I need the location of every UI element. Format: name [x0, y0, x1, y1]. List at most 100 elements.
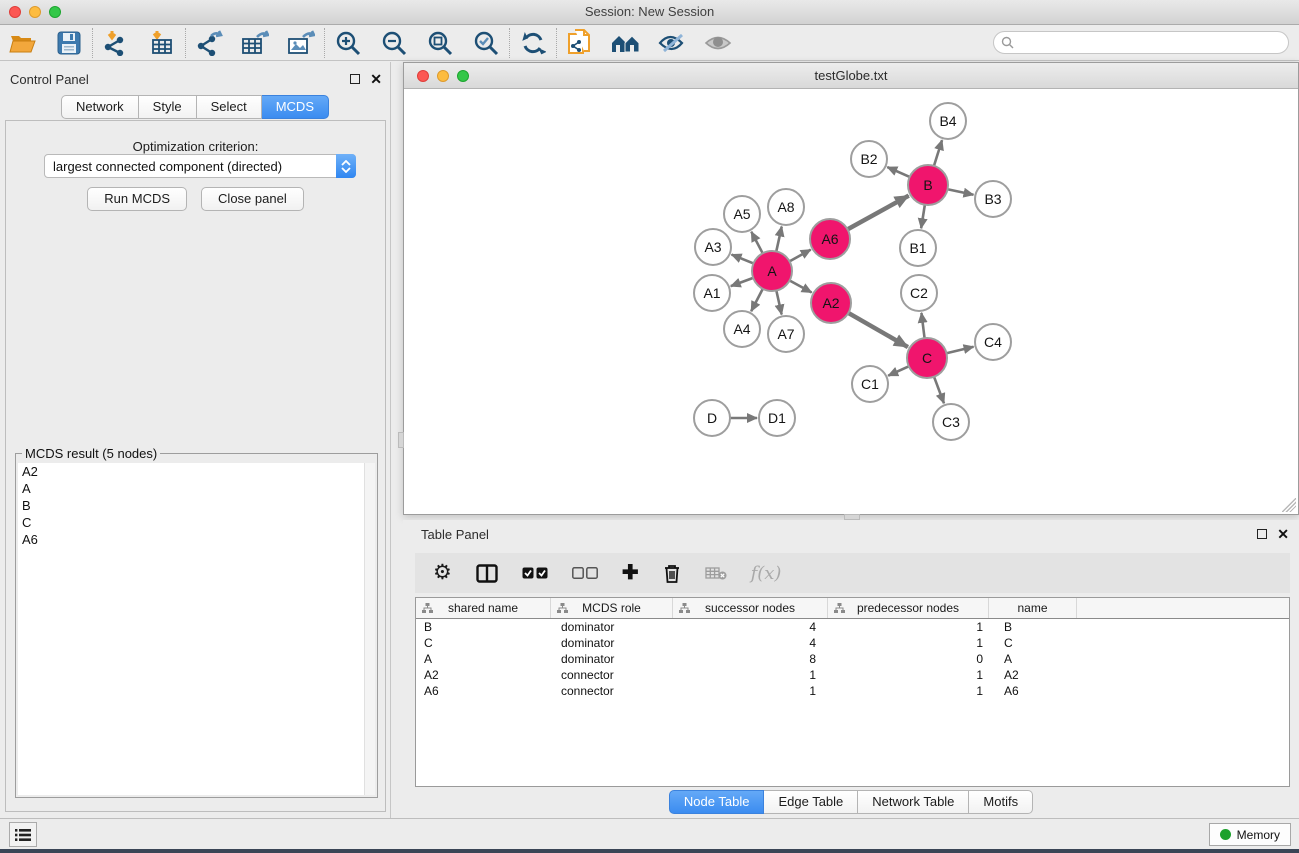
table-float-panel-icon[interactable]	[1257, 529, 1267, 539]
delete-column-icon[interactable]	[663, 559, 681, 587]
table-settings-icon[interactable]: ⚙	[433, 559, 452, 587]
zoom-out-icon[interactable]	[379, 29, 409, 57]
edge-A2-C[interactable]	[848, 313, 908, 347]
table-cell: A6	[416, 683, 551, 699]
mcds-pane: Optimization criterion: largest connecte…	[5, 120, 386, 812]
tab-select[interactable]: Select	[197, 95, 262, 119]
memory-button[interactable]: Memory	[1209, 823, 1291, 846]
node-label-D1: D1	[768, 410, 786, 426]
edge-A-A8[interactable]	[776, 227, 781, 252]
table-tab-motifs[interactable]: Motifs	[969, 790, 1033, 814]
refresh-icon[interactable]	[518, 29, 548, 57]
vertical-scrollbar-thumb[interactable]	[398, 432, 404, 448]
node-label-D: D	[707, 410, 717, 426]
table-row[interactable]: A2connector11A2	[416, 667, 1289, 683]
add-column-icon[interactable]: ✚	[622, 559, 639, 587]
edge-B-B1[interactable]	[921, 205, 925, 228]
export-network-icon[interactable]	[194, 29, 224, 57]
deselect-all-icon[interactable]	[572, 559, 598, 587]
zoom-selected-icon[interactable]	[471, 29, 501, 57]
run-mcds-button[interactable]: Run MCDS	[87, 187, 187, 211]
save-session-icon[interactable]	[54, 29, 84, 57]
table-row[interactable]: Cdominator41C	[416, 635, 1289, 651]
open-file-icon[interactable]	[8, 29, 38, 57]
edge-B-B4[interactable]	[934, 140, 942, 166]
edge-A-A5[interactable]	[751, 232, 762, 254]
edge-A6-B[interactable]	[848, 196, 909, 230]
column-header-MCDS-role[interactable]: MCDS role	[551, 598, 673, 618]
table-close-panel-icon[interactable]: ✕	[1277, 529, 1289, 539]
export-table-icon[interactable]	[240, 29, 270, 57]
criterion-dropdown[interactable]: largest connected component (directed)	[44, 154, 356, 178]
table-cell: B	[989, 619, 1077, 635]
node-label-A: A	[767, 263, 777, 279]
import-table-icon[interactable]	[147, 29, 177, 57]
column-header-successor-nodes[interactable]: successor nodes	[673, 598, 828, 618]
result-item[interactable]: B	[18, 497, 375, 514]
edge-A-A2[interactable]	[790, 281, 812, 293]
table-panel-title: Table Panel	[421, 527, 489, 542]
edge-A-A3[interactable]	[732, 255, 754, 264]
function-builder-icon[interactable]: f(x)	[751, 559, 782, 587]
edge-A-A6[interactable]	[790, 250, 811, 262]
table-tab-network-table[interactable]: Network Table	[858, 790, 969, 814]
control-panel-title: Control Panel	[10, 72, 89, 87]
search-input[interactable]	[1018, 34, 1288, 52]
table-panel: Table Panel ✕ ⚙ ✚ f(x)	[403, 520, 1299, 816]
table-tab-edge-table[interactable]: Edge Table	[764, 790, 858, 814]
search-field[interactable]	[993, 31, 1289, 54]
table-body: Bdominator41BCdominator41CAdominator80AA…	[416, 619, 1289, 699]
delete-table-icon[interactable]	[705, 559, 727, 587]
tab-mcds[interactable]: MCDS	[262, 95, 329, 119]
resize-grip[interactable]	[1282, 498, 1296, 512]
table-row[interactable]: A6connector11A6	[416, 683, 1289, 699]
result-item[interactable]: A6	[18, 531, 375, 548]
result-item[interactable]: A	[18, 480, 375, 497]
edge-A-A1[interactable]	[731, 278, 753, 286]
close-panel-icon[interactable]: ✕	[370, 74, 382, 84]
edge-B-B3[interactable]	[948, 189, 974, 195]
node-label-B: B	[923, 177, 932, 193]
column-header-predecessor-nodes[interactable]: predecessor nodes	[828, 598, 989, 618]
table-row[interactable]: Bdominator41B	[416, 619, 1289, 635]
select-all-icon[interactable]	[522, 559, 548, 587]
table-cell: 1	[828, 619, 989, 635]
edge-A-A7[interactable]	[776, 291, 781, 315]
network-canvas[interactable]: B4B2BB3B1A5A8A6A3AA1C2A2A4A7CC4C1C3DD1	[405, 90, 1297, 513]
show-all-icon[interactable]	[703, 29, 733, 57]
table-cell: A	[416, 651, 551, 667]
table-row[interactable]: Adominator80A	[416, 651, 1289, 667]
table-cell: 8	[673, 651, 828, 667]
hide-selected-icon[interactable]	[657, 29, 687, 57]
search-icon	[1001, 36, 1014, 49]
edge-C-C1[interactable]	[888, 366, 909, 375]
column-header-name[interactable]: name	[989, 598, 1077, 618]
first-neighbors-icon[interactable]	[611, 29, 641, 57]
result-item[interactable]: C	[18, 514, 375, 531]
tab-style[interactable]: Style	[139, 95, 197, 119]
zoom-in-icon[interactable]	[333, 29, 363, 57]
tab-network[interactable]: Network	[61, 95, 139, 119]
table-tab-node-table[interactable]: Node Table	[669, 790, 765, 814]
column-view-icon[interactable]	[476, 559, 498, 587]
edge-C-C2[interactable]	[921, 313, 924, 338]
node-label-A5: A5	[733, 206, 750, 222]
network-window-titlebar[interactable]: testGlobe.txt	[404, 63, 1298, 89]
edge-C-C4[interactable]	[946, 347, 973, 354]
import-network-icon[interactable]	[101, 29, 131, 57]
float-panel-icon[interactable]	[350, 74, 360, 84]
result-item[interactable]: A2	[18, 463, 375, 480]
edge-B-B2[interactable]	[887, 167, 909, 177]
edge-C-C3[interactable]	[934, 377, 944, 404]
show-panels-button[interactable]	[9, 822, 37, 847]
edge-A-A4[interactable]	[751, 289, 763, 311]
result-scrollbar[interactable]	[364, 463, 375, 795]
list-icon	[15, 828, 31, 842]
new-network-from-selection-icon[interactable]	[565, 29, 595, 57]
export-image-icon[interactable]	[286, 29, 316, 57]
zoom-fit-icon[interactable]	[425, 29, 455, 57]
table-header-row: shared nameMCDS rolesuccessor nodesprede…	[416, 598, 1289, 619]
close-panel-button[interactable]: Close panel	[201, 187, 304, 211]
criterion-value: largest connected component (directed)	[45, 159, 336, 174]
column-header-shared-name[interactable]: shared name	[416, 598, 551, 618]
